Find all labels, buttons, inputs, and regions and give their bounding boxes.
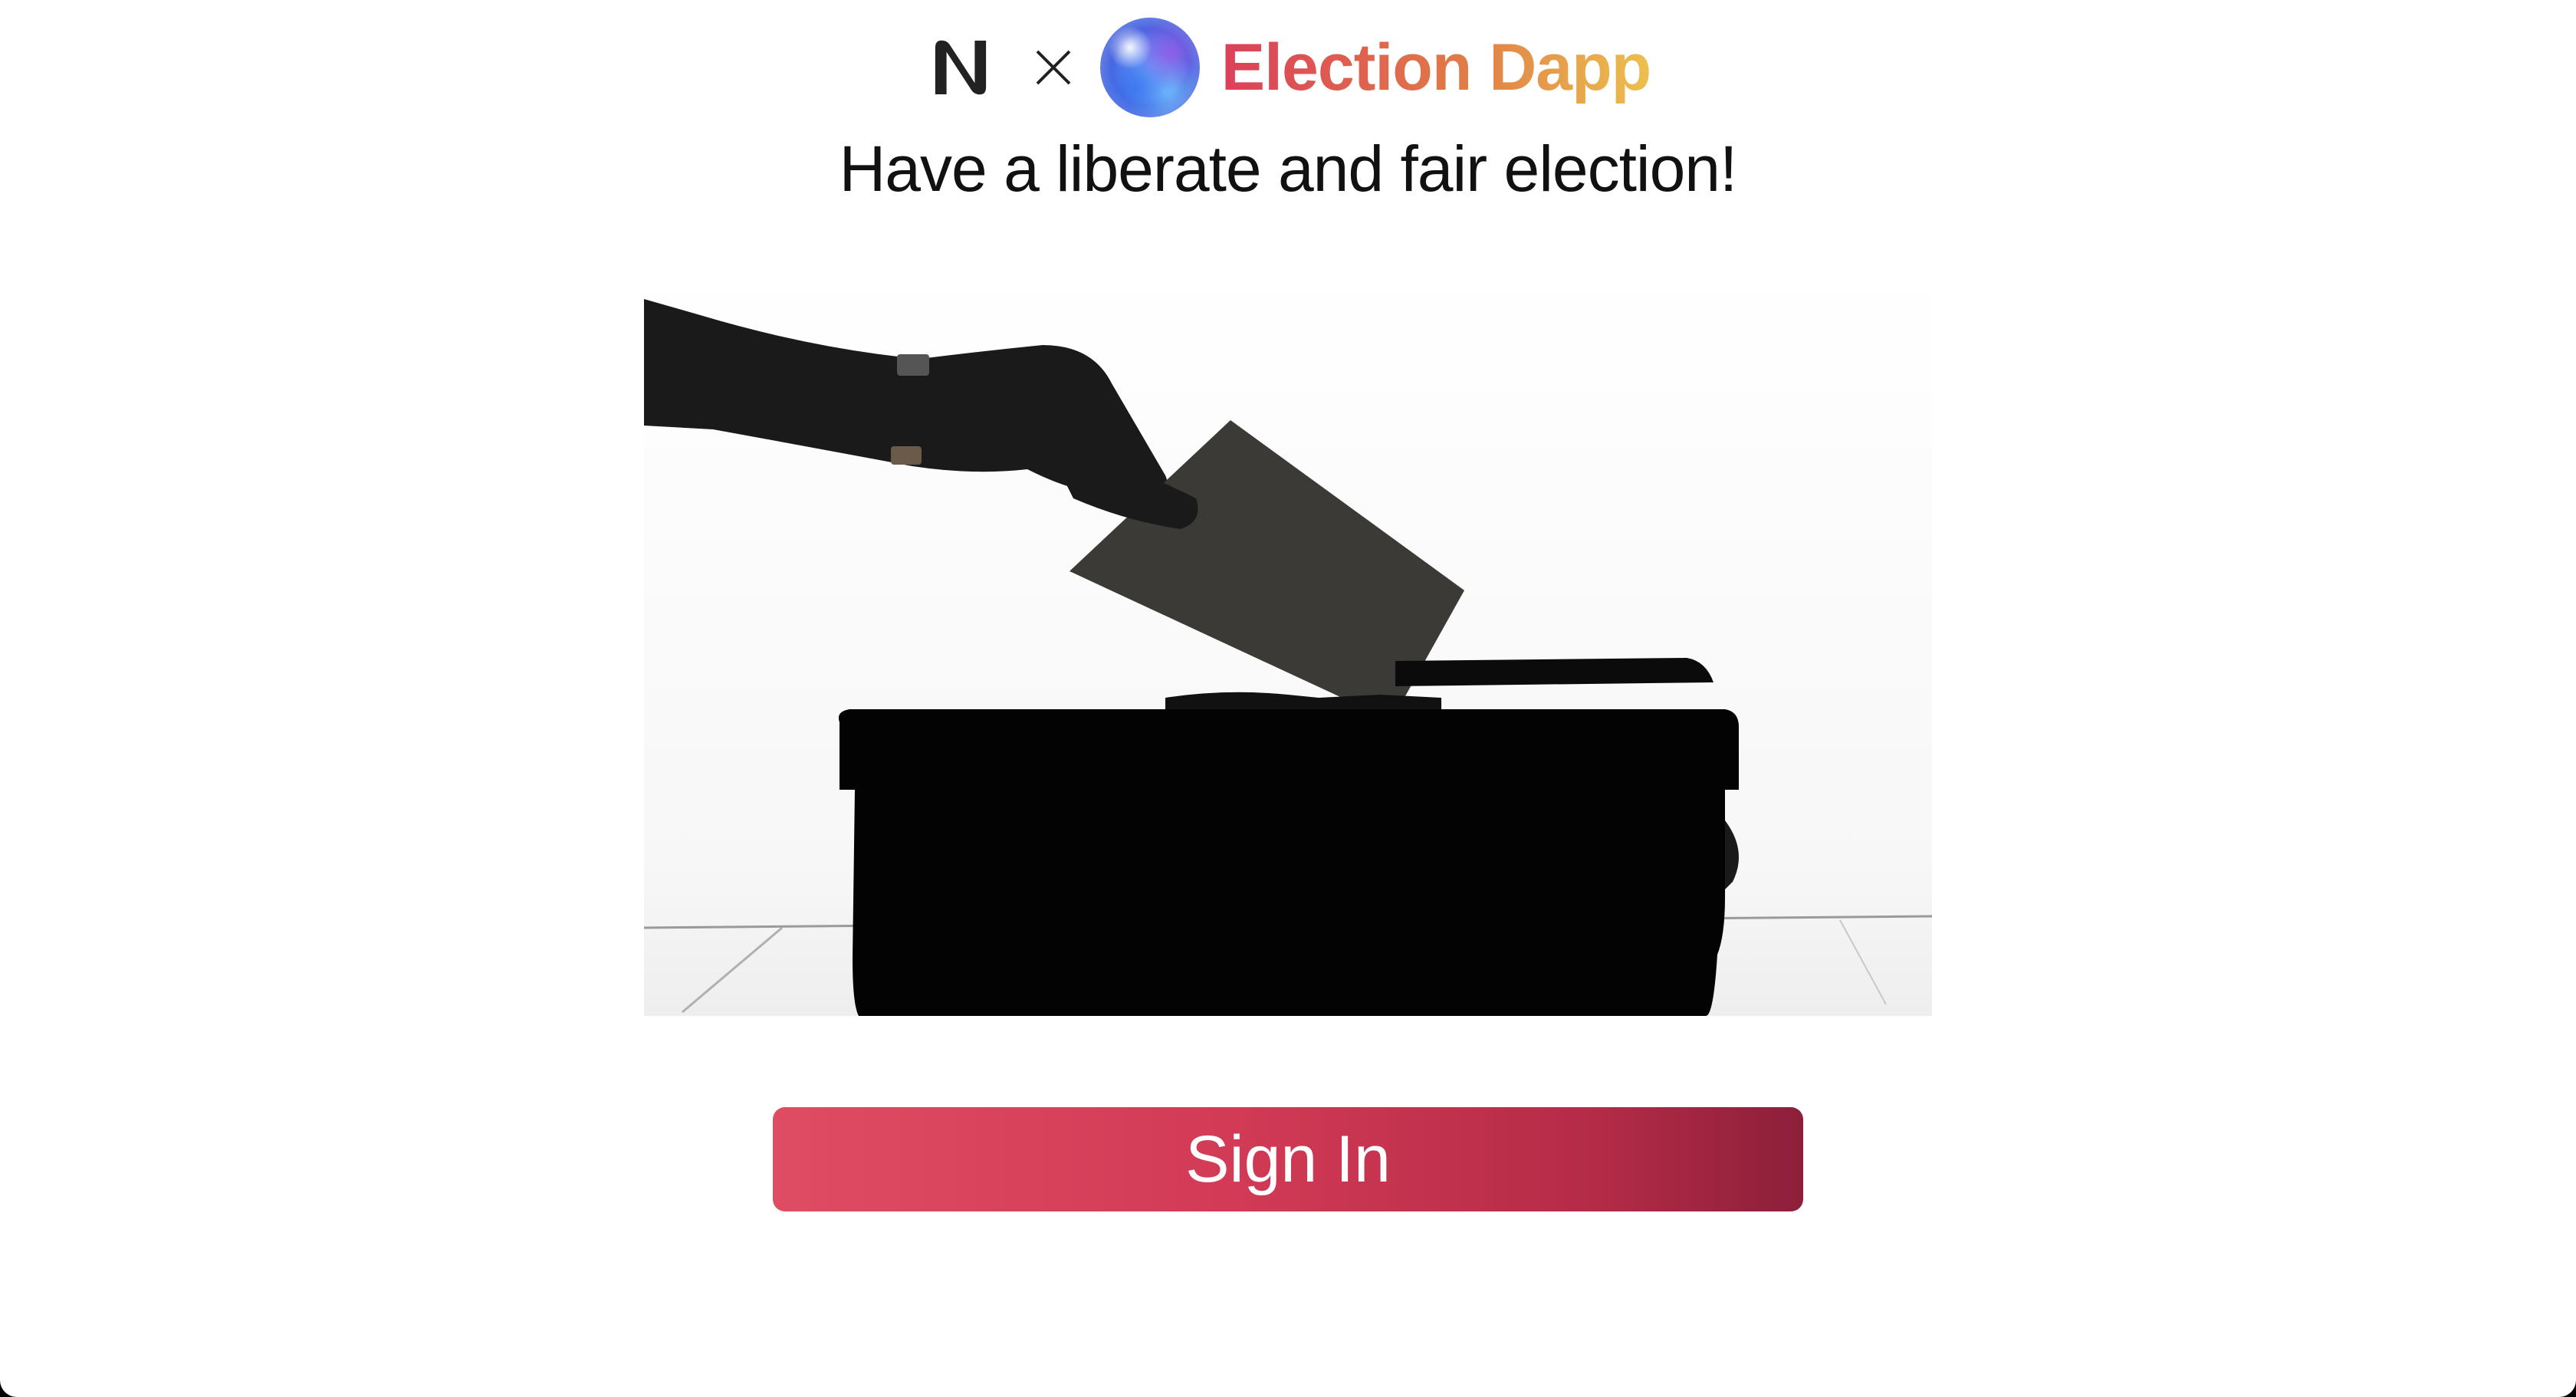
ballot-box-image [644,268,1932,1016]
times-icon [1036,50,1071,85]
sign-in-button[interactable]: Sign In [773,1107,1803,1211]
page-tagline: Have a liberate and fair election! [839,133,1738,205]
page: Election Dapp Have a liberate and fair e… [0,0,2576,1397]
election-orb-icon [1099,18,1200,117]
near-logo-icon [935,40,986,95]
app-header: Election Dapp [0,14,2576,121]
app-title: Election Dapp [1221,30,1651,104]
